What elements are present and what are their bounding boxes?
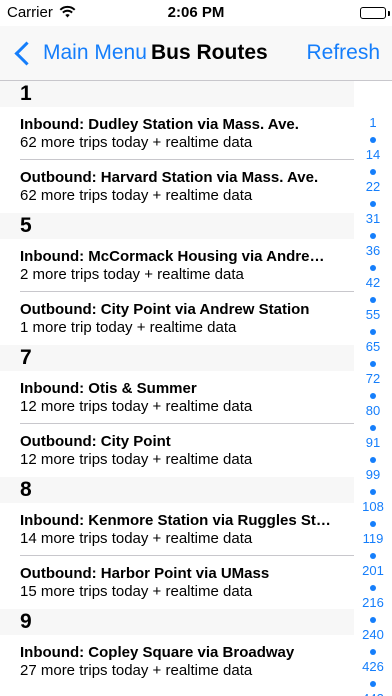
routes-list: 1 Inbound: Dudley Station via Mass. Ave.… bbox=[0, 81, 354, 688]
section-index-item[interactable]: 99 bbox=[354, 467, 392, 482]
section-index-item[interactable]: 108 bbox=[354, 499, 392, 514]
index-dot-icon bbox=[370, 201, 376, 207]
route-row[interactable]: Outbound: City Point via Andrew Station … bbox=[0, 292, 354, 345]
index-dot-icon bbox=[370, 649, 376, 655]
section-index-item[interactable]: 91 bbox=[354, 435, 392, 450]
route-row[interactable]: Inbound: Copley Square via Broadway 27 m… bbox=[0, 635, 354, 688]
route-title: Inbound: McCormack Housing via Andrew St… bbox=[20, 248, 332, 265]
section-index-item[interactable]: 216 bbox=[354, 595, 392, 610]
navigation-bar: Main Menu Bus Routes Refresh bbox=[0, 26, 392, 81]
route-subtitle: 15 more trips today + realtime data bbox=[20, 583, 253, 600]
route-row[interactable]: Outbound: Harbor Point via UMass 15 more… bbox=[0, 556, 354, 609]
index-dot-icon bbox=[370, 521, 376, 527]
index-dot-icon bbox=[370, 457, 376, 463]
section-header: 5 bbox=[0, 213, 354, 239]
section-index-item[interactable]: 240 bbox=[354, 627, 392, 642]
route-title: Outbound: City Point bbox=[20, 433, 171, 450]
section-index-item[interactable]: 22 bbox=[354, 179, 392, 194]
route-row[interactable]: Outbound: Harvard Station via Mass. Ave.… bbox=[0, 160, 354, 213]
index-dot-icon bbox=[370, 393, 376, 399]
route-title: Inbound: Dudley Station via Mass. Ave. bbox=[20, 116, 299, 133]
route-subtitle: 12 more trips today + realtime data bbox=[20, 451, 253, 468]
route-title: Outbound: Harbor Point via UMass bbox=[20, 565, 270, 582]
index-dot-icon bbox=[370, 297, 376, 303]
route-row[interactable]: Inbound: Otis & Summer 12 more trips tod… bbox=[0, 371, 354, 424]
route-row[interactable]: Inbound: Kenmore Station via Ruggles Sta… bbox=[0, 503, 354, 556]
back-button[interactable]: Main Menu bbox=[12, 38, 147, 68]
section-header: 1 bbox=[0, 81, 354, 107]
chevron-left-icon bbox=[14, 40, 39, 66]
route-subtitle: 62 more trips today + realtime data bbox=[20, 187, 253, 204]
page-title: Bus Routes bbox=[151, 41, 268, 64]
refresh-button[interactable]: Refresh bbox=[306, 41, 380, 65]
section-index-item[interactable]: 80 bbox=[354, 403, 392, 418]
index-dot-icon bbox=[370, 137, 376, 143]
route-title: Inbound: Kenmore Station via Ruggles Sta… bbox=[20, 512, 332, 529]
index-dot-icon bbox=[370, 585, 376, 591]
section-index-item[interactable]: 1 bbox=[354, 115, 392, 130]
section-index-item[interactable]: 55 bbox=[354, 307, 392, 322]
status-time: 2:06 PM bbox=[167, 4, 225, 21]
index-dot-icon bbox=[370, 489, 376, 495]
section-index-item[interactable]: 31 bbox=[354, 211, 392, 226]
route-title: Outbound: City Point via Andrew Station bbox=[20, 301, 310, 318]
battery-tip bbox=[388, 11, 390, 16]
route-title: Inbound: Copley Square via Broadway bbox=[20, 644, 295, 661]
index-dot-icon bbox=[370, 553, 376, 559]
section-index-item[interactable]: 14 bbox=[354, 147, 392, 162]
route-title: Inbound: Otis & Summer bbox=[20, 380, 197, 397]
route-subtitle: 2 more trips today + realtime data bbox=[20, 266, 244, 283]
section-index-item[interactable]: 42 bbox=[354, 275, 392, 290]
index-dot-icon bbox=[370, 265, 376, 271]
back-button-label: Main Menu bbox=[43, 41, 147, 64]
route-row[interactable]: Inbound: McCormack Housing via Andrew St… bbox=[0, 239, 354, 292]
index-dot-icon bbox=[370, 425, 376, 431]
route-subtitle: 14 more trips today + realtime data bbox=[20, 530, 253, 547]
route-title: Outbound: Harvard Station via Mass. Ave. bbox=[20, 169, 319, 186]
section-header: 9 bbox=[0, 609, 354, 635]
route-subtitle: 27 more trips today + realtime data bbox=[20, 662, 253, 679]
status-bar: Carrier 2:06 PM bbox=[0, 0, 392, 26]
route-row[interactable]: Outbound: City Point 12 more trips today… bbox=[0, 424, 354, 477]
route-subtitle: 12 more trips today + realtime data bbox=[20, 398, 253, 415]
index-dot-icon bbox=[370, 361, 376, 367]
battery-icon bbox=[360, 7, 386, 19]
route-row[interactable]: Inbound: Dudley Station via Mass. Ave. 6… bbox=[0, 107, 354, 160]
section-index-item[interactable]: 119 bbox=[354, 531, 392, 546]
section-index-item[interactable]: 36 bbox=[354, 243, 392, 258]
section-header: 8 bbox=[0, 477, 354, 503]
section-index-item[interactable]: 72 bbox=[354, 371, 392, 386]
index-dot-icon bbox=[370, 617, 376, 623]
route-subtitle: 1 more trip today + realtime data bbox=[20, 319, 237, 336]
section-header: 7 bbox=[0, 345, 354, 371]
index-dot-icon bbox=[370, 681, 376, 687]
section-index-item[interactable]: 426 bbox=[354, 659, 392, 674]
route-subtitle: 62 more trips today + realtime data bbox=[20, 134, 253, 151]
section-index-item[interactable]: 65 bbox=[354, 339, 392, 354]
index-dot-icon bbox=[370, 329, 376, 335]
index-dot-icon bbox=[370, 169, 376, 175]
section-index-item[interactable]: 201 bbox=[354, 563, 392, 578]
section-index-bar[interactable]: 1 14 22 31 36 42 55 65 72 80 91 99 108 119 201 216 240 42… bbox=[354, 112, 392, 696]
index-dot-icon bbox=[370, 233, 376, 239]
section-index-item[interactable]: 442 bbox=[354, 691, 392, 696]
